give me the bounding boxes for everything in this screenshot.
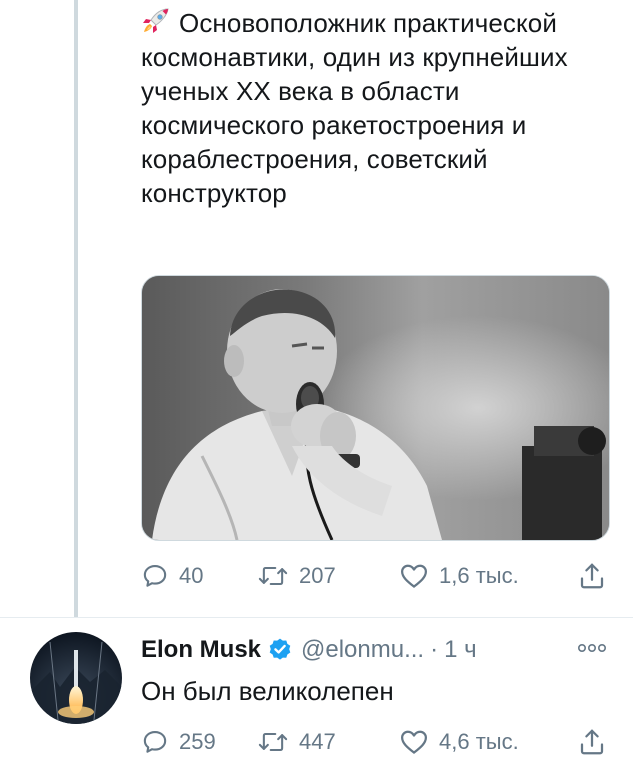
tweet-timestamp[interactable]: 1 ч [444, 636, 477, 664]
reply-icon [143, 731, 167, 753]
retweet-count: 207 [299, 563, 336, 588]
reply-count: 40 [179, 563, 204, 588]
more-options-icon[interactable] [577, 641, 607, 655]
reply-header: Elon Musk @elonmu... · 1 ч [141, 632, 477, 668]
thread-line [74, 0, 78, 617]
tweet-divider [0, 617, 633, 618]
heart-icon [401, 564, 427, 588]
like-count: 4,6 тыс. [439, 729, 519, 754]
retweet-button[interactable]: 207 [257, 562, 336, 590]
reply-button[interactable]: 259 [141, 728, 216, 756]
share-icon [580, 563, 604, 589]
avatar-rocket-launch-image [30, 632, 122, 724]
rocket-icon [143, 8, 169, 33]
reply-text: Он был великолепен [141, 676, 394, 706]
like-count: 1,6 тыс. [439, 563, 519, 588]
share-button[interactable] [577, 561, 607, 591]
reply-button[interactable]: 40 [141, 562, 203, 590]
heart-icon [401, 730, 427, 754]
author-handle[interactable]: @elonmu... [301, 636, 424, 664]
reply-action-bar: 259 447 4,6 тыс. [141, 724, 611, 760]
tweet-photo[interactable] [141, 275, 610, 541]
like-button[interactable]: 1,6 тыс. [399, 562, 519, 590]
reply-icon [143, 565, 167, 587]
share-icon [580, 729, 604, 755]
verified-badge-icon [269, 638, 291, 660]
retweet-icon [258, 566, 288, 586]
tweet-action-bar: 40 207 1,6 тыс. [141, 558, 611, 594]
tweet-text: Основоположник практической космонавтики… [141, 8, 568, 208]
retweet-button[interactable]: 447 [257, 728, 336, 756]
avatar[interactable] [30, 632, 122, 724]
retweet-icon [258, 732, 288, 752]
like-button[interactable]: 4,6 тыс. [399, 728, 519, 756]
separator-dot: · [430, 636, 439, 663]
author-name[interactable]: Elon Musk [141, 636, 261, 664]
share-button[interactable] [577, 727, 607, 757]
retweet-count: 447 [299, 729, 336, 754]
reply-count: 259 [179, 729, 216, 754]
photo-portrait [142, 276, 609, 540]
tweet-text-block: Основоположник практической космонавтики… [141, 6, 621, 210]
